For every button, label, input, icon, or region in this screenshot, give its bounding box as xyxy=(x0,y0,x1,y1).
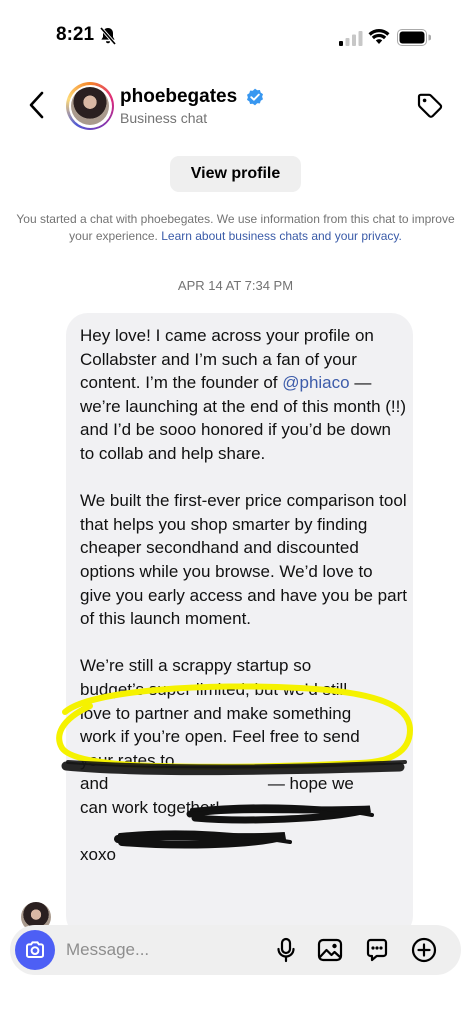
message-body: Hey love! I came across your profile on … xyxy=(80,324,408,867)
bell-slash-icon xyxy=(99,26,117,46)
mention-link[interactable]: @phiaco xyxy=(282,373,349,392)
message-paragraph-3: We’re still a scrappy startup so budget’… xyxy=(80,656,360,817)
view-profile-button[interactable]: View profile xyxy=(170,156,301,192)
chat-username[interactable]: phoebegates xyxy=(120,86,237,108)
tag-icon[interactable] xyxy=(416,92,444,120)
message-paragraph-2: We built the first-ever price comparison… xyxy=(80,491,407,629)
microphone-icon[interactable] xyxy=(272,936,300,964)
message-timestamp: APR 14 AT 7:34 PM xyxy=(177,278,294,293)
battery-icon xyxy=(397,29,431,46)
message-signoff: xoxo xyxy=(80,845,116,865)
camera-button[interactable] xyxy=(15,930,55,970)
chat-subtitle: Business chat xyxy=(120,110,208,126)
sticker-chat-icon[interactable] xyxy=(363,936,391,964)
profile-avatar[interactable] xyxy=(66,82,114,130)
signal-icon xyxy=(339,31,363,46)
privacy-link[interactable]: Learn about business chats and your priv… xyxy=(161,229,402,243)
business-chat-notice: You started a chat with phoebegates. We … xyxy=(6,211,465,245)
camera-icon xyxy=(26,941,44,958)
status-time: 8:21 xyxy=(56,24,95,45)
wifi-icon xyxy=(368,29,390,44)
verified-badge-icon xyxy=(247,88,263,106)
plus-circle-icon[interactable] xyxy=(410,936,438,964)
gallery-icon[interactable] xyxy=(316,936,344,964)
back-chevron-icon[interactable] xyxy=(26,90,48,120)
chat-header: phoebegates Business chat xyxy=(0,70,471,140)
status-bar: 8:21 xyxy=(0,0,471,70)
message-paragraph-1: Hey love! I came across your profile on … xyxy=(80,326,407,463)
message-input[interactable] xyxy=(66,936,256,964)
